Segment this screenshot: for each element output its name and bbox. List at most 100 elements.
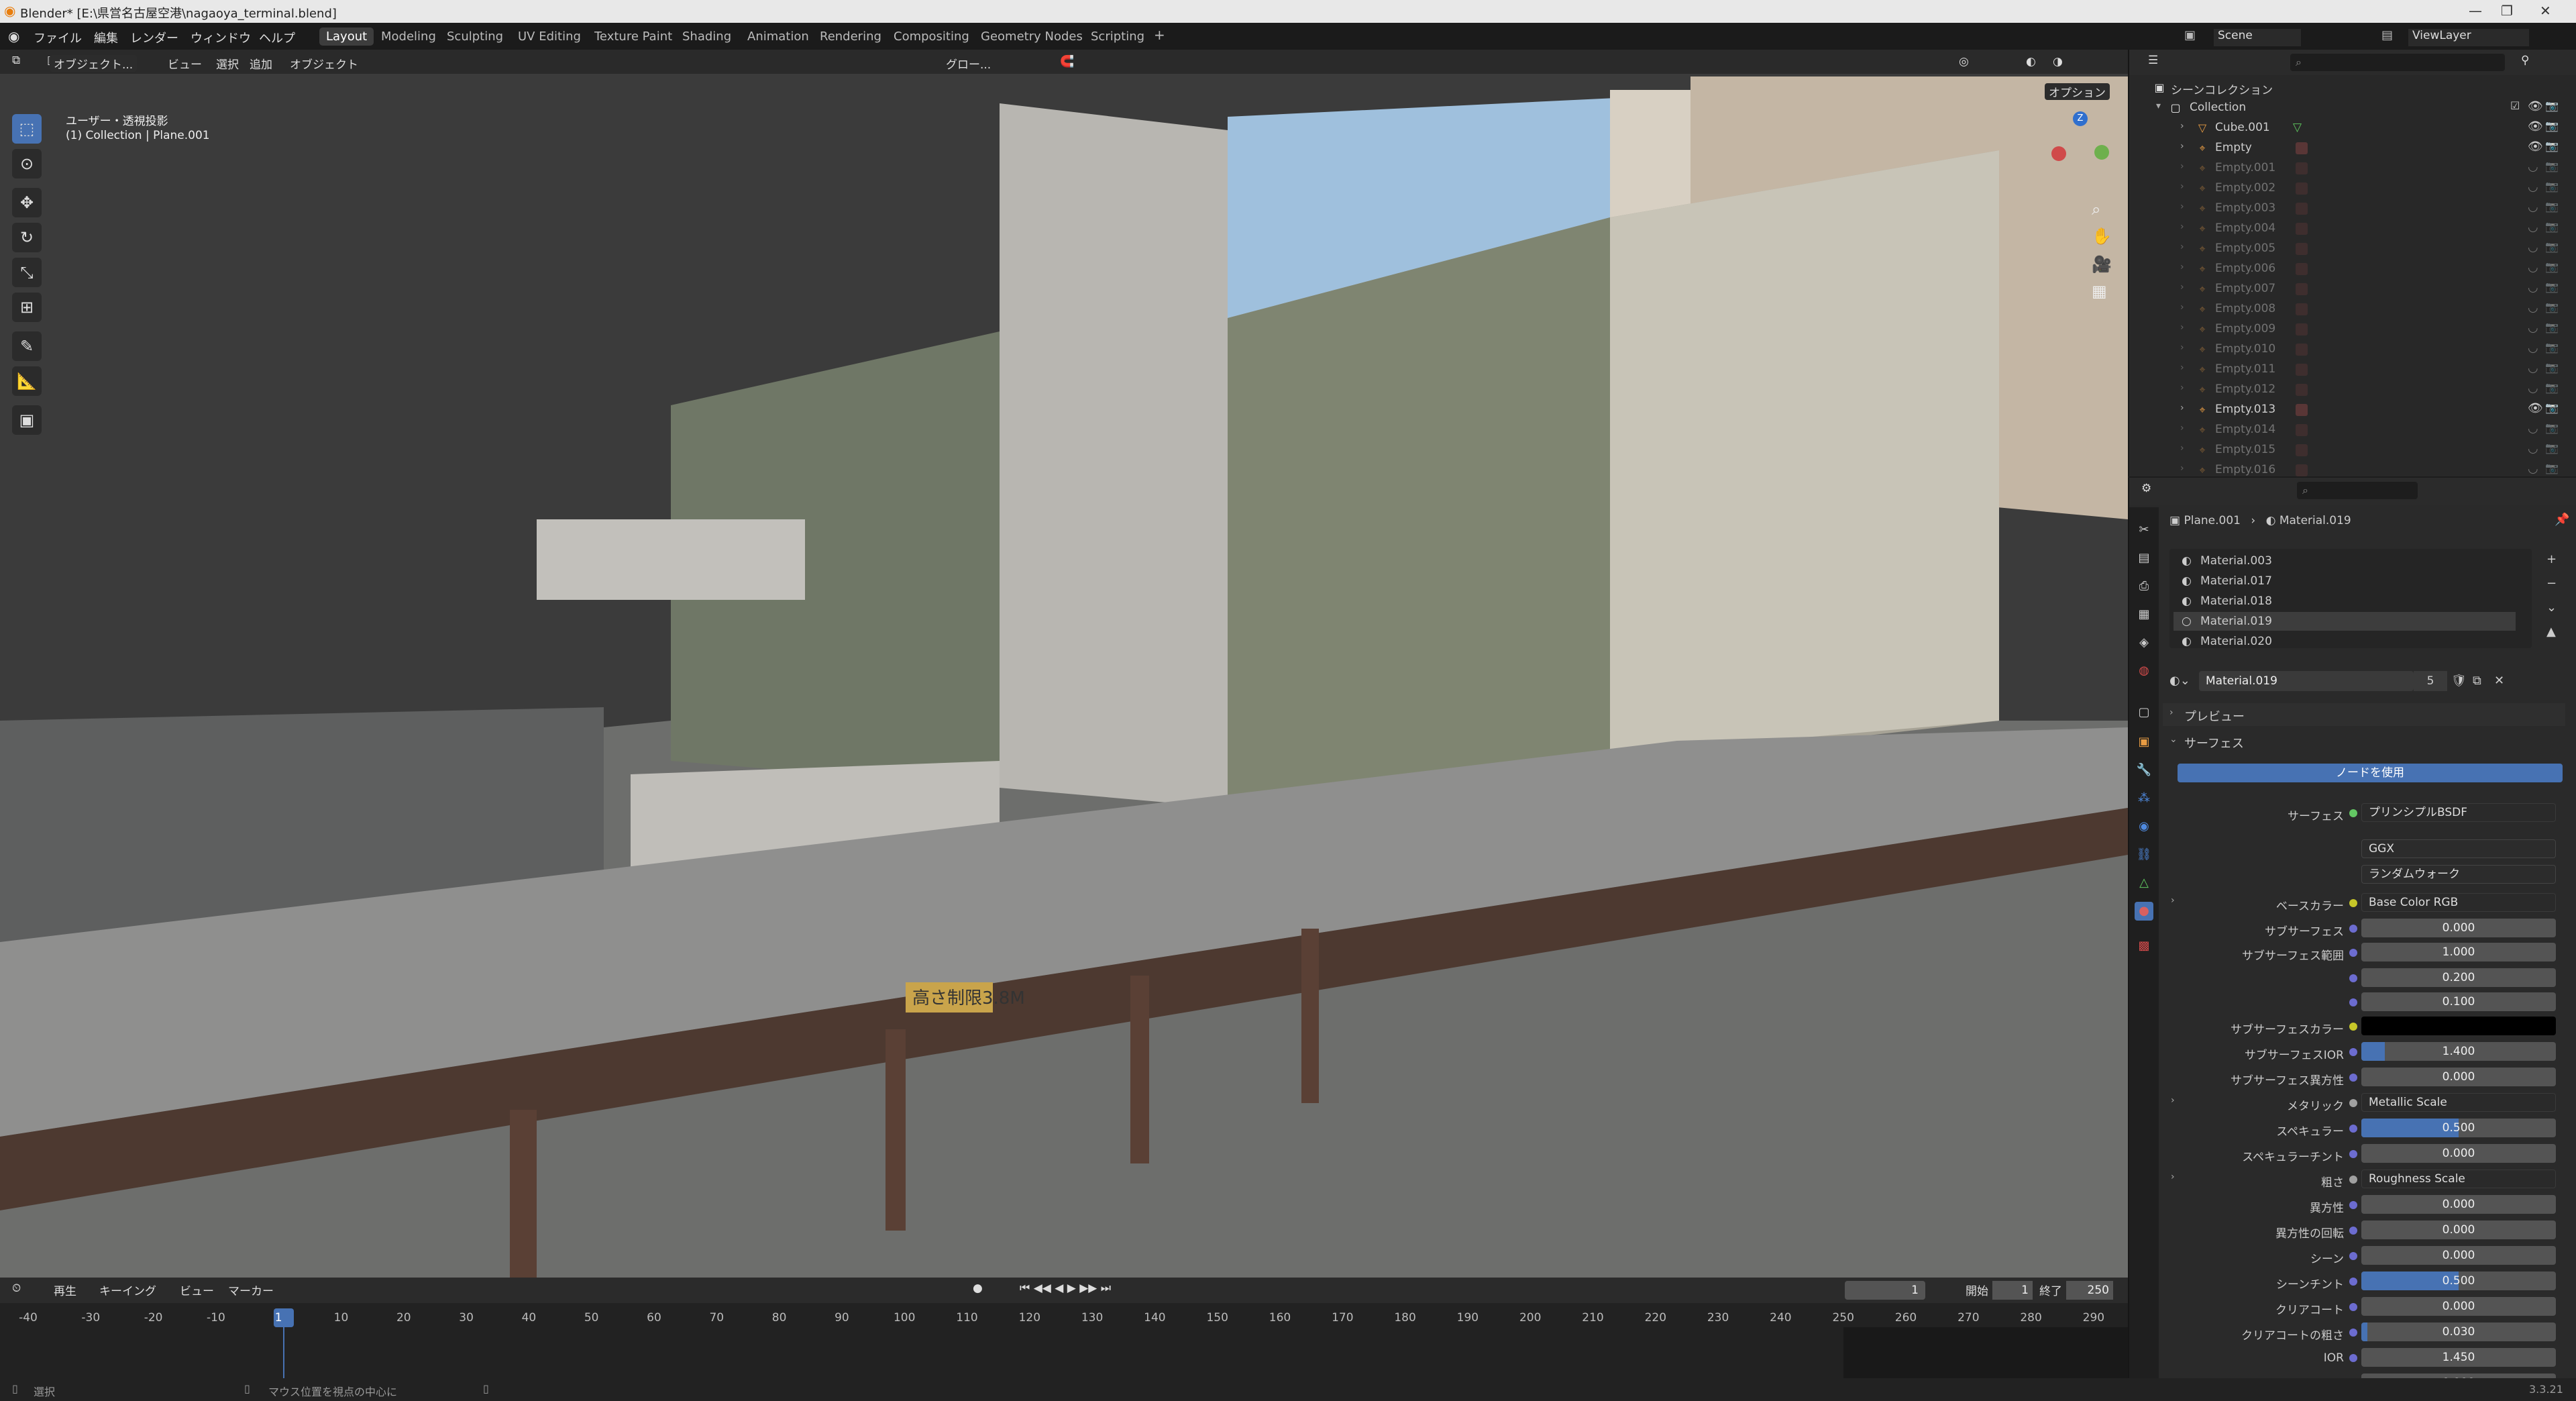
eye-icon[interactable]: ◡ [2528, 442, 2538, 456]
menu-item-2[interactable]: レンダー [130, 29, 178, 46]
workspace-tab-3[interactable]: UV Editing [511, 28, 588, 46]
add-slot-button[interactable]: + [2546, 548, 2557, 572]
eye-icon[interactable]: ◡ [2528, 301, 2538, 315]
properties-editor[interactable]: ⚙ ⌕ ✂ ▤ ⎙ ▦ ◈ ◍ ▢ ▣ 🔧 ⁂ ◉ ⛓ △ ● ▩ ▣ Plan… [2128, 478, 2576, 1394]
data-tab-icon[interactable]: △ [2135, 874, 2153, 892]
move-slot-up-button[interactable]: ▲ [2546, 620, 2557, 644]
eye-icon[interactable]: ◡ [2528, 280, 2538, 295]
use-nodes-button[interactable]: ノードを使用 [2178, 764, 2563, 782]
workspace-tab-6[interactable]: Animation [741, 28, 816, 46]
eye-icon[interactable]: ◡ [2528, 180, 2538, 194]
outliner[interactable]: ☰ ⌕ ⚲ ▣ シーンコレクション ▾ ▢ Collection ☑ 👁 📷 ›… [2128, 50, 2576, 476]
outliner-item[interactable]: › ⌖ Empty.003 ◡ 📷 [2129, 199, 2559, 219]
outliner-item[interactable]: › ⌖ Empty.010 ◡ 📷 [2129, 340, 2559, 360]
expand-icon[interactable]: › [2180, 322, 2184, 333]
texture-tab-icon[interactable]: ▩ [2135, 937, 2153, 955]
overlays-icon[interactable]: ◎ [1959, 55, 1969, 68]
camera-render-icon[interactable]: 📷 [2545, 119, 2559, 132]
eye-icon[interactable]: ◡ [2528, 220, 2538, 234]
outliner-item[interactable]: › ⌖ Empty.008 ◡ 📷 [2129, 299, 2559, 319]
scene-name[interactable]: Scene [2214, 29, 2301, 46]
eye-icon[interactable]: ◡ [2528, 160, 2538, 174]
slot-specials-button[interactable]: ⌄ [2546, 596, 2557, 620]
minimize-icon[interactable]: — [2469, 3, 2482, 19]
playback-controls[interactable]: ⏮ ◀◀ ◀ ▶ ▶▶ ⏭ [1020, 1282, 1111, 1295]
outliner-item[interactable]: › ▽ Cube.001 ▽ 👁 📷 [2129, 118, 2559, 138]
annotate-tool[interactable]: ✎ [12, 331, 42, 361]
material-slot[interactable]: ◐ Material.017 [2174, 572, 2516, 590]
outliner-item[interactable]: › ⌖ Empty.014 ◡ 📷 [2129, 420, 2559, 440]
camera-render-icon[interactable]: 📷 [2545, 240, 2559, 253]
blender-menu-icon[interactable]: ◉ [8, 28, 19, 44]
unlink-material-icon[interactable]: ✕ [2494, 674, 2504, 688]
outliner-item[interactable]: › ⌖ Empty 👁 📷 [2129, 138, 2559, 158]
properties-editor-icon[interactable]: ⚙ [2141, 482, 2151, 495]
outliner-item[interactable]: › ⌖ Empty.001 ◡ 📷 [2129, 158, 2559, 178]
outliner-item[interactable]: › ⌖ Empty.002 ◡ 📷 [2129, 178, 2559, 199]
eye-icon[interactable]: 👁 [2528, 401, 2543, 415]
outliner-item[interactable]: › ⌖ Empty.009 ◡ 📷 [2129, 319, 2559, 340]
material-name-field[interactable]: Material.019 [2199, 671, 2414, 691]
camera-render-icon[interactable]: 📷 [2545, 381, 2559, 394]
workspace-tab-2[interactable]: Sculpting [440, 28, 510, 46]
number-field[interactable]: 0.500 [2361, 1272, 2556, 1290]
eye-icon[interactable]: ◡ [2528, 240, 2538, 254]
camera-render-icon[interactable]: 📷 [2545, 401, 2559, 414]
number-field[interactable]: 0.100 [2361, 992, 2556, 1011]
add-workspace-icon[interactable]: + [1154, 27, 1165, 43]
perspective-toggle-icon[interactable]: ▦ [2092, 282, 2107, 301]
menu-item-4[interactable]: ヘルプ [259, 29, 295, 46]
transform-tool[interactable]: ⊞ [12, 293, 42, 322]
workspace-tab-1[interactable]: Modeling [374, 28, 443, 46]
outliner-search-input[interactable]: ⌕ [2290, 54, 2505, 71]
eye-icon[interactable]: ◡ [2528, 361, 2538, 375]
output-tab-icon[interactable]: ⎙ [2135, 577, 2153, 596]
workspace-tab-5[interactable]: Shading [676, 28, 738, 46]
transform-orientation-dropdown[interactable]: グロー... [946, 55, 991, 72]
expand-collection-icon[interactable]: ▾ [2156, 101, 2161, 111]
pin-icon[interactable]: 📌 [2555, 513, 2569, 527]
number-field[interactable]: 0.000 [2361, 1297, 2556, 1316]
end-frame-field[interactable]: 250 [2066, 1281, 2113, 1300]
number-field[interactable]: 0.000 [2361, 919, 2556, 937]
surface-panel-header[interactable]: ⌄ サーフェス [2163, 730, 2565, 753]
number-field[interactable]: 0.500 [2361, 1119, 2556, 1137]
eye-icon[interactable]: ◡ [2528, 462, 2538, 476]
material-users-count[interactable]: 5 [2414, 671, 2447, 691]
linked-node-field[interactable]: プリンシプルBSDF [2361, 803, 2556, 822]
expand-icon[interactable]: › [2180, 342, 2184, 353]
camera-render-icon[interactable]: 📷 [2545, 260, 2559, 273]
outliner-item[interactable]: › ⌖ Empty.005 ◡ 📷 [2129, 239, 2559, 259]
eye-icon[interactable]: 👁 [2528, 99, 2543, 113]
number-field[interactable]: 0.000 [2361, 1144, 2556, 1163]
camera-render-icon[interactable]: 📷 [2545, 301, 2559, 313]
linked-node-field[interactable]: Roughness Scale [2361, 1170, 2556, 1188]
scale-tool[interactable]: ⤡ [12, 258, 42, 287]
object-tab-icon[interactable]: ▣ [2135, 733, 2153, 751]
eye-icon[interactable]: ◡ [2528, 421, 2538, 435]
expand-icon[interactable]: › [2180, 141, 2184, 152]
constraints-tab-icon[interactable]: ⛓ [2135, 845, 2153, 864]
outliner-item[interactable]: › ⌖ Empty.012 ◡ 📷 [2129, 380, 2559, 400]
number-field[interactable]: 0.000 [2361, 1246, 2556, 1265]
keying-menu[interactable]: キーイング [99, 1282, 156, 1298]
color-swatch[interactable] [2361, 1017, 2556, 1035]
expand-input-icon[interactable]: › [2171, 1172, 2175, 1182]
outliner-item[interactable]: › ⌖ Empty.013 👁 📷 [2129, 400, 2559, 420]
preview-panel[interactable]: › プレビュー [2163, 703, 2565, 726]
playback-menu[interactable]: 再生 [54, 1282, 76, 1298]
expand-icon[interactable]: › [2180, 282, 2184, 293]
gizmo-z-icon[interactable]: Z [2073, 111, 2088, 126]
eye-icon[interactable]: ◡ [2528, 200, 2538, 214]
render-tab-icon[interactable]: ▤ [2135, 549, 2153, 568]
expand-icon[interactable]: › [2180, 221, 2184, 232]
select-box-tool[interactable]: ⬚ [12, 114, 42, 144]
collection-row[interactable]: ▾ ▢ Collection ☑ 👁 📷 [2129, 98, 2559, 118]
number-field[interactable]: 1.450 [2361, 1348, 2556, 1367]
outliner-item[interactable]: › ⌖ Empty.004 ◡ 📷 [2129, 219, 2559, 239]
material-datablock[interactable]: ◐⌄ Material.019 5 🛡 ⧉ ✕ [2169, 671, 2545, 691]
collection-tab-icon[interactable]: ▢ [2135, 703, 2153, 722]
camera-render-icon[interactable]: 📷 [2545, 160, 2559, 172]
camera-render-icon[interactable]: 📷 [2545, 361, 2559, 374]
add-cube-tool[interactable]: ▣ [12, 405, 42, 435]
